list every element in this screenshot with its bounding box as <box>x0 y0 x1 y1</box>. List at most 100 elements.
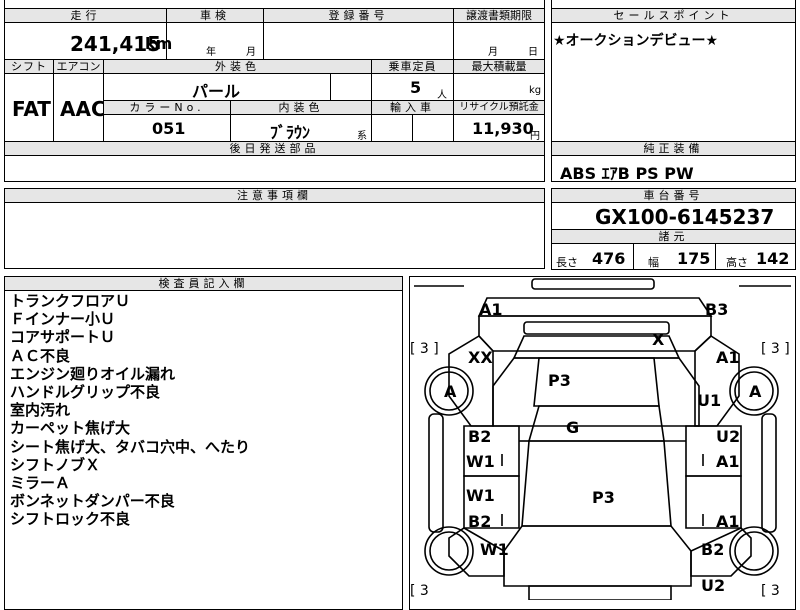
registration-header: 登録番号 <box>263 8 454 23</box>
aircon-header: エアコン <box>53 59 104 74</box>
import-cell-2 <box>412 114 454 142</box>
interior-suffix: 系 <box>357 131 367 142</box>
note-item: ハンドルグリップ不良 <box>10 383 161 402</box>
hood-inner <box>523 321 670 335</box>
shaken-header: 車検 <box>166 8 264 23</box>
equipment-header: 純正装備 <box>551 141 796 156</box>
capacity-header: 乗車定員 <box>371 59 454 74</box>
label-hood-left: XX <box>468 348 493 367</box>
label-front-door-left-b: W1 <box>466 452 495 471</box>
sales-header: セールスポイント <box>551 8 796 23</box>
label-wheel-right-front: A <box>749 382 762 401</box>
note-item: Ｆインナー小Ｕ <box>10 310 116 329</box>
color-no-value: 051 <box>152 119 186 138</box>
import-header: 輸入車 <box>371 100 454 115</box>
specs-divider-1 <box>633 243 634 270</box>
length-label: 長さ <box>556 256 578 269</box>
label-wheel-left-front: A <box>444 382 457 401</box>
exterior-header: 外装色 <box>103 59 372 74</box>
recycle-unit: 円 <box>530 131 540 142</box>
import-cell <box>371 114 413 142</box>
height-value: 142 <box>756 249 790 268</box>
front-bumper <box>477 297 713 317</box>
shift-value: FAT <box>12 97 51 121</box>
capacity-unit: 人 <box>437 90 447 101</box>
label-front-right: B3 <box>705 300 729 319</box>
inspector-notes: トランクフロアＵ Ｆインナー小Ｕ コアサポートＵ ＡＣ不良 エンジン廻りオイル漏… <box>10 292 250 529</box>
label-tire-right-bottom: [ 3 <box>761 583 780 599</box>
cabin-front <box>492 357 700 427</box>
label-rear-bumper-right: U2 <box>701 576 726 595</box>
label-rear-fender-right: B2 <box>701 540 725 559</box>
sales-text: ★オークションデビュー★ <box>553 33 719 49</box>
front-bar <box>531 278 655 290</box>
width-value: 175 <box>677 249 711 268</box>
note-item: シート焦げ大、タバコ穴中、へたり <box>10 437 251 456</box>
label-rear-roof: P3 <box>592 488 615 507</box>
width-label: 幅 <box>648 256 659 269</box>
note-item: エンジン廻りオイル漏れ <box>10 364 176 383</box>
color-no-header: カラーNo. <box>103 100 231 115</box>
length-value: 476 <box>592 249 626 268</box>
later-parts-header: 後日発送部品 <box>4 141 545 156</box>
rear-bumper <box>528 585 672 600</box>
transfer-header: 譲渡書類期限 <box>453 8 545 23</box>
load-header: 最大積載量 <box>453 59 545 74</box>
exterior-value: パール <box>192 82 241 101</box>
capacity-value: 5 <box>410 78 422 97</box>
top-edge-remnant <box>4 0 545 8</box>
label-tire-left-top: [ 3 ] <box>410 341 439 357</box>
aircon-value: AAC <box>60 97 106 121</box>
note-item: ボンネットダンパー不良 <box>10 492 175 511</box>
mileage-header: 走行 <box>4 8 167 23</box>
recycle-header: リサイクル預託金 <box>453 100 545 115</box>
label-fender-right: A1 <box>716 348 740 367</box>
exterior-cell-2 <box>330 73 372 101</box>
trunk <box>503 525 692 587</box>
label-front-door-right-a: U2 <box>716 427 741 446</box>
note-item: カーペット焦げ大 <box>10 419 131 438</box>
note-item: シフトロック不良 <box>10 510 131 529</box>
caution-box <box>4 202 545 269</box>
label-rear-fender-left: W1 <box>480 540 509 559</box>
label-rear-door-left-b: B2 <box>468 512 492 531</box>
note-item: ＡＣ不良 <box>10 346 71 365</box>
label-roof: P3 <box>548 371 571 390</box>
shaken-year-unit: 年 <box>206 47 216 58</box>
label-tire-right-top: [ 3 ] <box>761 341 790 357</box>
cabin-rear <box>521 440 672 527</box>
note-item: ミラーＡ <box>10 474 71 493</box>
specs-header: 諸元 <box>551 229 796 244</box>
label-front-door-left-a: B2 <box>468 427 492 446</box>
chassis-value: GX100-6145237 <box>595 205 775 229</box>
center-panel <box>527 405 665 442</box>
note-item: トランクフロアＵ <box>10 292 131 310</box>
recycle-value: 11,930 <box>472 119 534 138</box>
interior-value: ﾌﾞﾗｳﾝ <box>270 123 311 142</box>
left-side-strip <box>428 413 444 533</box>
note-item: コアサポートＵ <box>10 328 116 347</box>
shift-header: シフト <box>4 59 54 74</box>
note-item: 室内汚れ <box>10 401 71 420</box>
rear-wheel-right <box>729 526 779 576</box>
specs-divider-2 <box>715 243 716 270</box>
inspector-header: 検査員記入欄 <box>4 276 403 291</box>
label-rear-door-right: A1 <box>716 512 740 531</box>
registration-cell <box>263 22 454 60</box>
later-parts-box <box>4 155 545 182</box>
shaken-month-unit: 月 <box>246 47 256 58</box>
label-front-left: A1 <box>479 300 503 319</box>
label-center: G <box>566 418 580 437</box>
interior-header: 内装色 <box>230 100 372 115</box>
label-front-door-right-b: A1 <box>716 452 740 471</box>
transfer-day-unit: 日 <box>528 47 538 58</box>
transfer-month-unit: 月 <box>488 47 498 58</box>
caution-header: 注意事項欄 <box>4 188 545 203</box>
label-rear-door-left-a: W1 <box>466 486 495 505</box>
top-edge-remnant-2 <box>551 0 796 8</box>
load-unit: kg <box>529 85 542 96</box>
note-item: シフトノブＸ <box>10 455 101 474</box>
equipment-value: ABS ｴｱB PS PW <box>560 164 694 183</box>
label-windshield: X <box>652 330 665 349</box>
right-side-strip <box>761 413 777 533</box>
